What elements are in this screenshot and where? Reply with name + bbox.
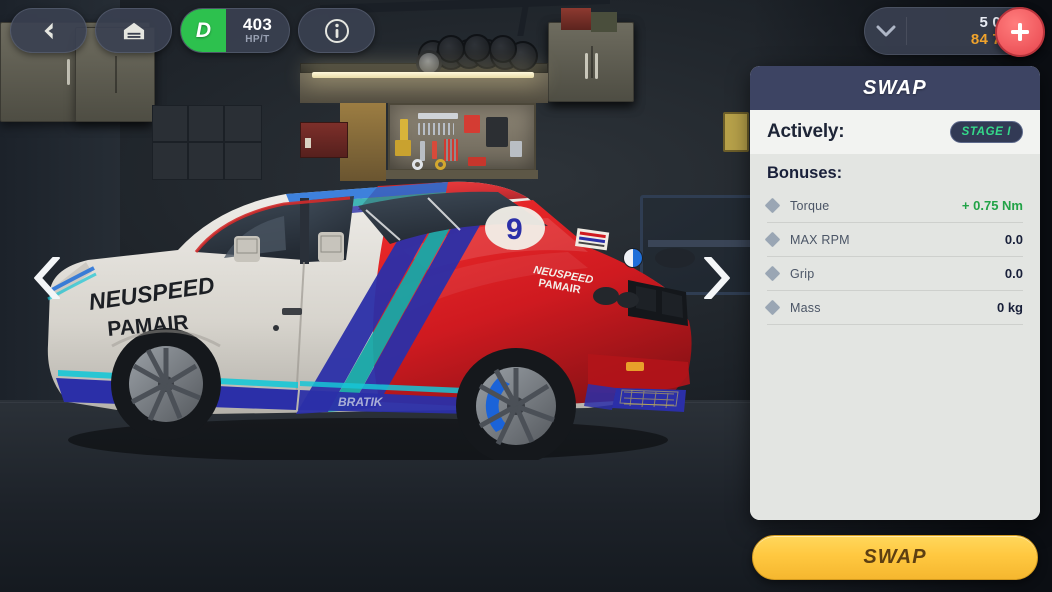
rear-wheel	[111, 328, 221, 440]
chevron-left-icon	[34, 257, 60, 299]
bonus-value: 0.0	[1004, 232, 1023, 247]
chevron-down-icon	[876, 25, 895, 37]
plus-icon	[1011, 23, 1029, 41]
cabinet-handle	[67, 59, 70, 85]
add-currency-button[interactable]	[995, 7, 1045, 57]
headlight	[617, 292, 639, 308]
back-button[interactable]	[10, 8, 87, 53]
bonus-value: + 0.75 Nm	[961, 198, 1023, 213]
game-screen: NEUSPEED PAMAIR BRATIK 9 NEUSPEED PAMAIR	[0, 0, 1052, 592]
top-bar: D 403 HP/T 5 096	[0, 0, 1052, 58]
diamond-icon	[764, 299, 781, 316]
class-unit: HP/T	[245, 34, 270, 45]
bonuses-title: Bonuses:	[767, 164, 843, 182]
chevron-right-icon	[704, 257, 730, 299]
decal-sill: BRATIK	[338, 395, 384, 409]
b-pillar	[300, 198, 309, 264]
tool-sockets	[418, 123, 454, 135]
shelf-cubby	[188, 105, 224, 142]
garage-button[interactable]	[95, 8, 172, 53]
diamond-icon	[764, 231, 781, 248]
bonus-row: Grip 0.0	[764, 257, 1023, 291]
shelf-cubby	[152, 105, 188, 142]
bonus-row: MAX RPM 0.0	[764, 223, 1023, 257]
stage-track: STOCK STAGE I STAGE II STAGE III STAGE I…	[0, 486, 748, 592]
class-value: 403	[242, 15, 273, 34]
bonus-label: Torque	[790, 198, 830, 213]
door-handle	[282, 308, 302, 315]
front-wheel	[456, 348, 576, 460]
shelf-cubby	[224, 105, 262, 142]
bonus-label: Mass	[790, 300, 821, 315]
bonus-value: 0.0	[1004, 266, 1023, 281]
actively-row: Actively: STAGE I	[750, 110, 1040, 154]
seat-rear	[234, 236, 260, 262]
info-circle-icon	[324, 18, 349, 43]
next-car-button[interactable]	[686, 245, 742, 311]
turn-signal	[626, 362, 644, 371]
door-lock	[273, 325, 279, 331]
wallet-expand-button[interactable]	[865, 17, 907, 45]
bonus-label: MAX RPM	[790, 232, 850, 247]
bonus-label: Grip	[790, 266, 815, 281]
diamond-icon	[764, 265, 781, 282]
chevron-left-icon	[43, 22, 53, 39]
swap-panel: SWAP Actively: STAGE I Bonuses: Torque +…	[750, 66, 1040, 520]
prev-car-button[interactable]	[22, 245, 78, 311]
class-letter: D	[181, 9, 226, 52]
shop-light	[312, 72, 534, 78]
bonuses-section: Bonuses: Torque + 0.75 Nm MAX RPM 0.0 Gr…	[750, 154, 1040, 520]
swap-button[interactable]: SWAP	[752, 535, 1038, 580]
info-button[interactable]	[298, 8, 375, 53]
swap-button-label: SWAP	[863, 546, 927, 568]
car-class-badge[interactable]: D 403 HP/T	[180, 8, 290, 53]
tool-ladder	[464, 115, 480, 133]
active-stage-badge: STAGE I	[949, 121, 1023, 143]
car-model[interactable]: NEUSPEED PAMAIR BRATIK 9 NEUSPEED PAMAIR	[28, 140, 728, 460]
actively-label: Actively:	[767, 121, 845, 142]
bonus-row: Mass 0 kg	[764, 291, 1023, 325]
bonus-value: 0 kg	[996, 300, 1023, 315]
panel-title: SWAP	[862, 76, 928, 99]
diamond-icon	[764, 197, 781, 214]
swap-panel-header: SWAP	[750, 66, 1040, 110]
garage-icon	[123, 22, 144, 39]
bonus-row: Torque + 0.75 Nm	[764, 189, 1023, 223]
race-number: 9	[506, 213, 523, 246]
headlight	[593, 287, 619, 305]
tool-wrench-rack	[418, 113, 458, 119]
wallet[interactable]: 5 096 84 747	[864, 7, 1045, 57]
class-stats: 403 HP/T	[226, 16, 289, 45]
